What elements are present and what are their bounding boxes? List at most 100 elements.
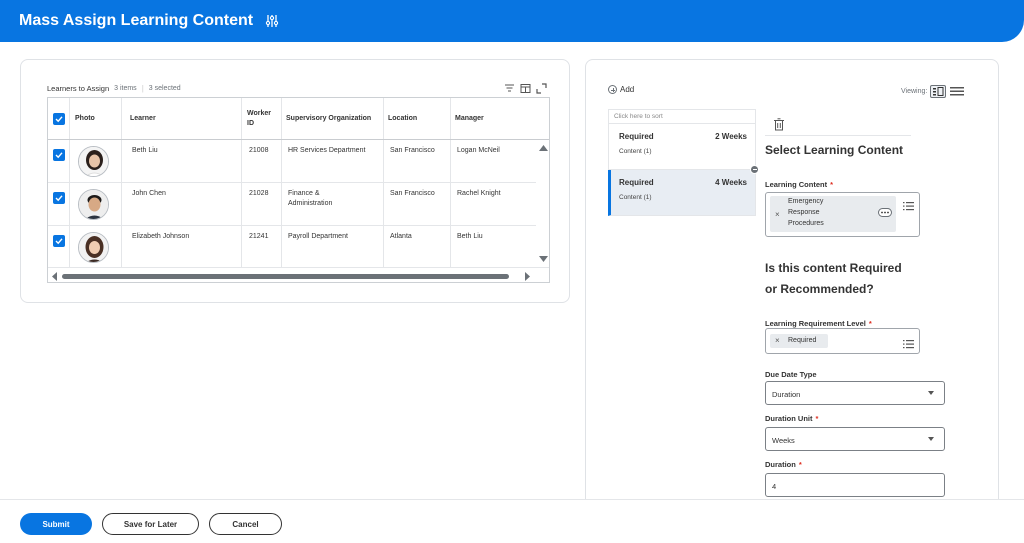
split-view-icon[interactable]: [930, 85, 947, 98]
vertical-scrollbar[interactable]: [536, 140, 549, 267]
location: San Francisco: [390, 147, 435, 154]
learning-content-value-line3: Procedures: [788, 220, 824, 227]
requirement-level-value: Required: [788, 337, 817, 344]
grid-header-row: Photo Learner Worker ID Supervisory Orga…: [48, 98, 549, 140]
learners-grid: Photo Learner Worker ID Supervisory Orga…: [47, 97, 550, 283]
due-date-type-label: Due Date Type: [765, 370, 817, 379]
remove-pill-x-icon[interactable]: ×: [775, 336, 780, 345]
add-button[interactable]: Add: [608, 85, 634, 94]
list-view-icon[interactable]: [949, 85, 965, 98]
scroll-down-arrow: [539, 256, 548, 262]
cancel-button[interactable]: Cancel: [209, 513, 282, 535]
duration-input[interactable]: 4: [765, 473, 945, 497]
prompt-list-icon[interactable]: [903, 336, 914, 354]
column-header-learner[interactable]: Learner: [130, 114, 156, 123]
chevron-down-icon: [928, 391, 934, 395]
column-header-photo[interactable]: Photo: [75, 114, 95, 123]
horizontal-scrollbar[interactable]: [48, 267, 549, 282]
learning-content-field[interactable]: × Emergency Response Procedures: [765, 192, 920, 237]
avatar: [78, 146, 109, 177]
requirement-level-label-text: Learning Requirement Level: [765, 319, 866, 328]
manager[interactable]: Beth Liu: [457, 232, 483, 242]
grid-toolbar: [504, 81, 547, 94]
table-row[interactable]: Beth Liu 21008 HR Services Department Sa…: [48, 140, 536, 183]
view-switcher: Viewing:: [901, 85, 965, 98]
manager[interactable]: Rachel Knight: [457, 189, 501, 199]
remove-pill-x-icon[interactable]: ×: [775, 210, 780, 219]
duration-label: Duration *: [765, 460, 802, 469]
supervisory-org[interactable]: Payroll Department: [288, 232, 348, 242]
filter-icon[interactable]: [504, 81, 515, 92]
grid-item-count: 3 items: [114, 85, 137, 92]
table-row[interactable]: Elizabeth Johnson 21241 Payroll Departme…: [48, 226, 536, 269]
row-checkbox[interactable]: [53, 235, 65, 247]
learning-content-value-line2: Response: [788, 209, 820, 216]
duration-unit-value: Weeks: [772, 436, 795, 445]
header-select-col: [48, 98, 70, 139]
trash-icon[interactable]: [773, 118, 785, 131]
learner-name[interactable]: Elizabeth Johnson: [132, 232, 189, 242]
due-date-type-select[interactable]: Duration: [765, 381, 945, 405]
row-select-cell: [48, 226, 70, 268]
row-checkbox[interactable]: [53, 192, 65, 204]
expand-icon[interactable]: [536, 81, 547, 94]
duration-unit-select[interactable]: Weeks: [765, 427, 945, 451]
learner-name[interactable]: John Chen: [132, 189, 166, 199]
section-title: Select Learning Content: [765, 143, 904, 157]
column-header-worker-id-line1[interactable]: Worker: [247, 109, 271, 118]
required-marker: *: [830, 180, 834, 189]
scroll-up-arrow: [539, 145, 548, 151]
requirement-level-pill: × Required: [770, 334, 828, 348]
submit-button[interactable]: Submit: [20, 513, 92, 535]
due-date-type-value: Duration: [772, 390, 801, 399]
worker-id: 21241: [249, 233, 269, 240]
row-select-cell: [48, 140, 70, 182]
row-checkbox[interactable]: [53, 149, 65, 161]
remove-item-icon[interactable]: [750, 165, 759, 174]
question-title-line2: or Recommended?: [765, 282, 874, 296]
column-header-supervisory-org[interactable]: Supervisory Organization: [286, 114, 371, 123]
learning-content-label: Learning Content *: [765, 180, 833, 189]
footer-bar: Submit Save for Later Cancel: [0, 499, 1024, 543]
supervisory-org[interactable]: HR Services Department: [288, 146, 365, 156]
viewing-label: Viewing:: [901, 88, 928, 95]
grid-title-divider: |: [141, 84, 144, 93]
requirement-level-field[interactable]: × Required: [765, 328, 920, 354]
grid-title: Learners to Assign: [47, 84, 110, 93]
location: San Francisco: [390, 190, 435, 197]
column-header-worker-id-line2[interactable]: ID: [247, 119, 254, 128]
column-header-location[interactable]: Location: [388, 114, 417, 123]
list-item-duration: 2 Weeks: [715, 132, 747, 141]
supervisory-org-line2[interactable]: Administration: [288, 199, 332, 209]
list-item-content-count: Content (1): [619, 194, 652, 201]
required-marker: *: [815, 414, 819, 423]
required-marker: *: [868, 319, 872, 328]
horizontal-scroll-thumb[interactable]: [62, 274, 509, 279]
prompt-list-icon[interactable]: [903, 198, 914, 216]
avatar: [78, 232, 109, 263]
more-options-icon[interactable]: [878, 208, 892, 219]
learners-card: Learners to Assign 3 items | 3 selected …: [20, 59, 570, 303]
question-title-line1: Is this content Required: [765, 261, 902, 275]
list-item-selected[interactable]: Required 4 Weeks Content (1): [608, 170, 756, 216]
settings-sliders-icon[interactable]: [265, 14, 279, 28]
column-header-manager[interactable]: Manager: [455, 114, 484, 123]
manager[interactable]: Logan McNeil: [457, 146, 500, 156]
list-item-level: Required: [619, 132, 654, 141]
save-for-later-button[interactable]: Save for Later: [102, 513, 199, 535]
supervisory-org[interactable]: Finance &: [288, 189, 320, 199]
learner-name[interactable]: Beth Liu: [132, 146, 158, 156]
grid-title-bar: Learners to Assign 3 items | 3 selected: [47, 84, 181, 93]
requirement-level-label: Learning Requirement Level *: [765, 319, 872, 328]
learning-content-label-text: Learning Content: [765, 180, 828, 189]
sort-hint[interactable]: Click here to sort: [608, 109, 756, 124]
select-all-checkbox[interactable]: [53, 113, 65, 125]
avatar: [78, 189, 109, 220]
list-item[interactable]: Required 2 Weeks Content (1): [608, 124, 756, 170]
detail-divider: [765, 135, 911, 136]
table-row[interactable]: John Chen 21028 Finance & Administration…: [48, 183, 536, 226]
column-layout-icon[interactable]: [520, 81, 531, 93]
content-list: Click here to sort Required 2 Weeks Cont…: [608, 109, 756, 216]
learning-content-value-line1: Emergency: [788, 198, 824, 205]
worker-id: 21008: [249, 147, 269, 154]
